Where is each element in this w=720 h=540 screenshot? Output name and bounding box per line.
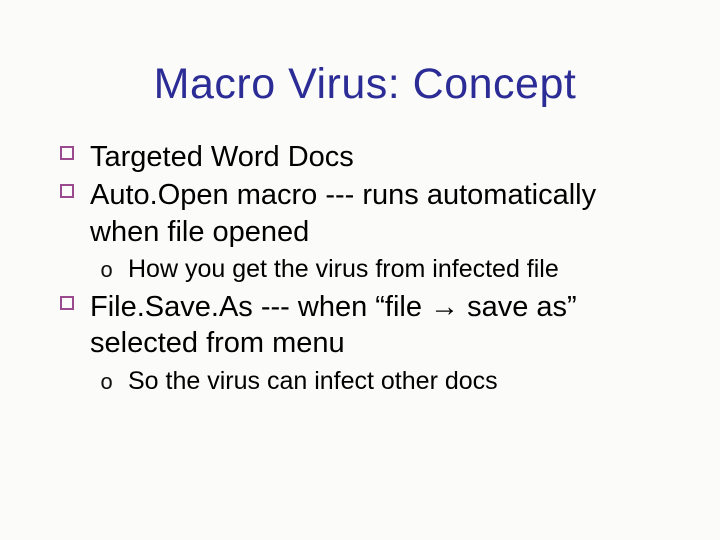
square-bullet-icon <box>60 296 74 310</box>
bullet-list: Targeted Word Docs Auto.Open macro --- r… <box>60 139 670 397</box>
list-item: Auto.Open macro --- runs automatically w… <box>60 177 670 250</box>
list-item: Targeted Word Docs <box>60 139 670 175</box>
slide: Macro Virus: Concept Targeted Word Docs … <box>0 0 720 540</box>
list-item-text: File.Save.As --- when “file → save as” s… <box>90 291 577 359</box>
list-subitem-text: So the virus can infect other docs <box>128 367 498 395</box>
list-item: File.Save.As --- when “file → save as” s… <box>60 289 670 362</box>
list-subitem: o How you get the virus from infected fi… <box>100 254 670 285</box>
list-subitem-text: How you get the virus from infected file <box>128 255 559 283</box>
square-bullet-icon <box>60 184 74 198</box>
slide-title: Macro Virus: Concept <box>60 60 670 109</box>
circle-bullet-icon: o <box>100 258 113 286</box>
square-bullet-icon <box>60 146 74 160</box>
circle-bullet-icon: o <box>100 370 113 398</box>
list-item-text: Auto.Open macro --- runs automatically w… <box>90 179 596 247</box>
list-item-text: Targeted Word Docs <box>90 141 354 173</box>
list-subitem: o So the virus can infect other docs <box>100 366 670 397</box>
